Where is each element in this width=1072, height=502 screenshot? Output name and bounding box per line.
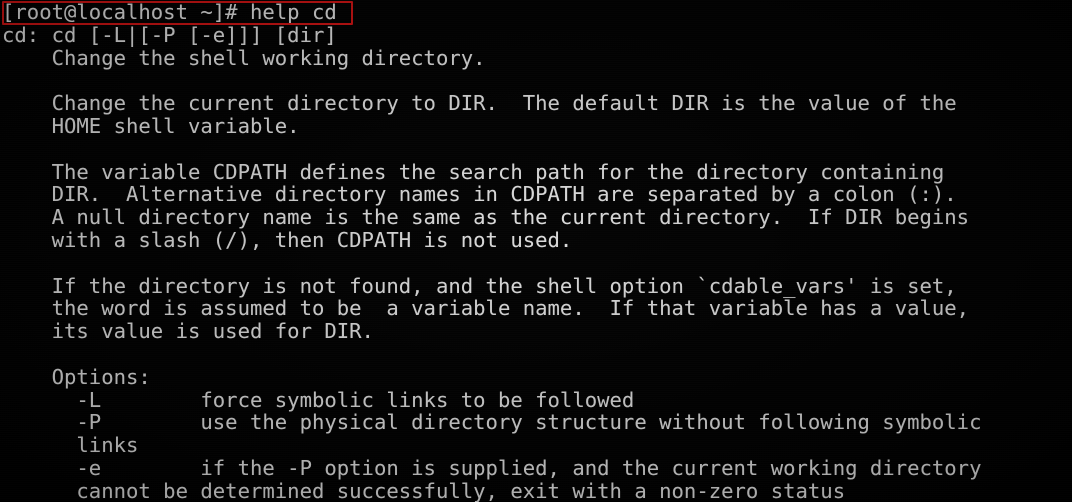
terminal-line: Options: xyxy=(2,364,151,389)
terminal-line: its value is used for DIR. xyxy=(2,319,374,344)
terminal-line: links xyxy=(2,433,139,458)
terminal-line: HOME shell variable. xyxy=(2,113,300,138)
terminal-line: with a slash (/), then CDPATH is not use… xyxy=(2,227,573,252)
terminal-line: DIR. Alternative directory names in CDPA… xyxy=(2,182,957,207)
terminal-line: Change the current directory to DIR. The… xyxy=(2,91,957,116)
terminal-line: -e if the -P option is supplied, and the… xyxy=(2,455,982,480)
prompt-line: [root@localhost ~]# help cd xyxy=(2,0,337,24)
terminal-line: Change the shell working directory. xyxy=(2,45,486,70)
terminal-window[interactable]: [root@localhost ~]# help cd cd: cd [-L|[-… xyxy=(0,0,1072,502)
terminal-line: A null directory name is the same as the… xyxy=(2,205,970,230)
terminal-line: the word is assumed to be a variable nam… xyxy=(2,296,970,321)
terminal-line: -L force symbolic links to be followed xyxy=(2,387,635,412)
terminal-line: If the directory is not found, and the s… xyxy=(2,273,957,298)
terminal-line: -P use the physical directory structure … xyxy=(2,410,982,435)
terminal-line: The variable CDPATH defines the search p… xyxy=(2,159,945,184)
terminal-line: cannot be determined successfully, exit … xyxy=(2,478,846,502)
terminal-output: [root@localhost ~]# help cd cd: cd [-L|[-… xyxy=(2,1,1072,502)
terminal-line: cd: cd [-L|[-P [-e]]] [dir] xyxy=(2,22,337,47)
